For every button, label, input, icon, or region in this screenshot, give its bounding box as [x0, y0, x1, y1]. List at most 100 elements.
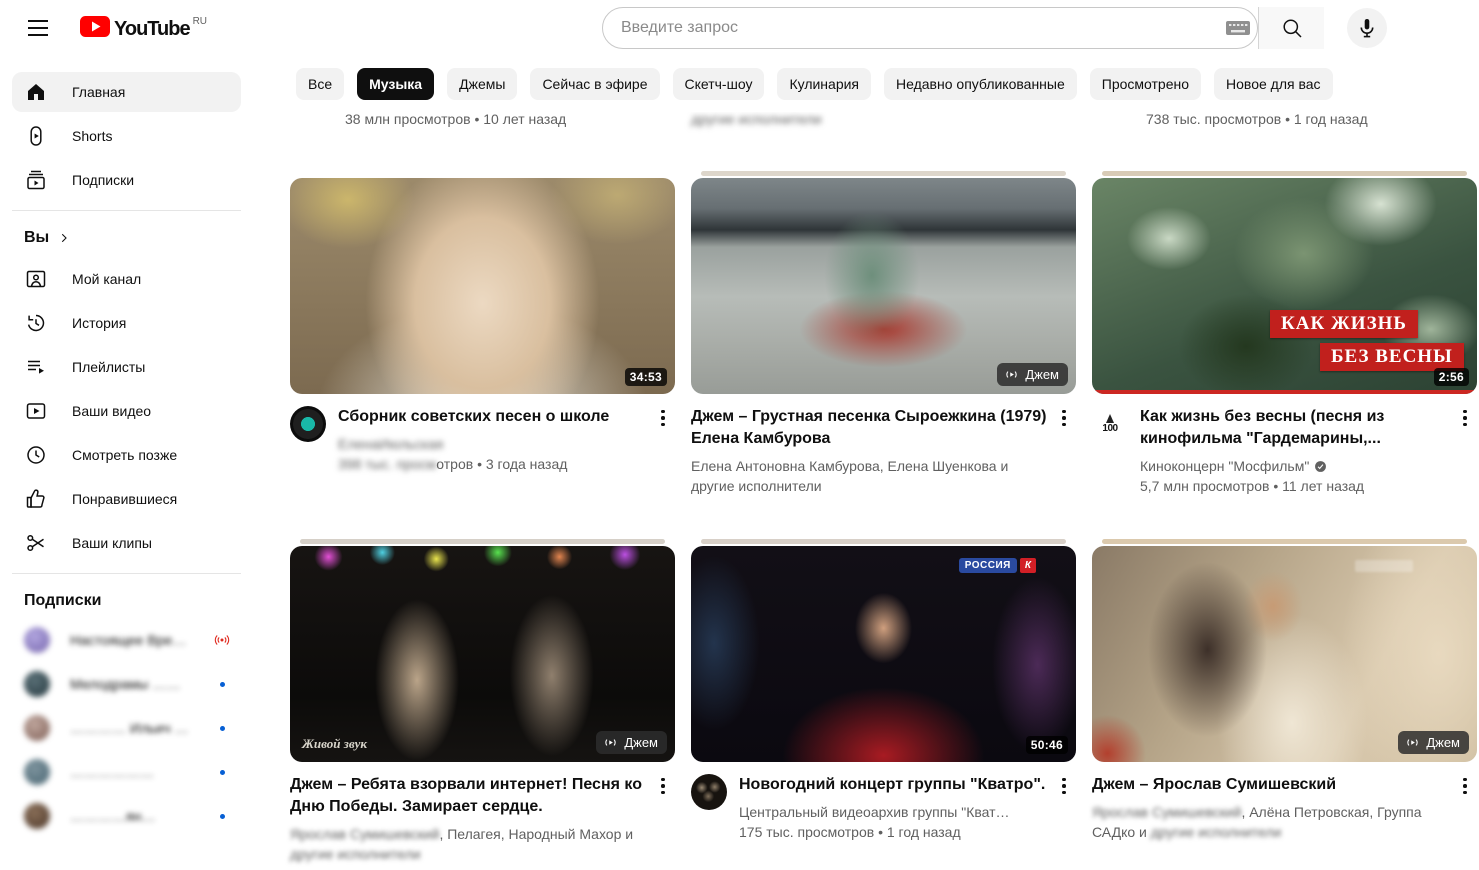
subscription-channel-item[interactable]: ………… Ильич … — [12, 708, 241, 748]
sidebar-item-label: Подписки — [72, 172, 134, 188]
stack-indicator — [701, 539, 1066, 544]
video-thumbnail[interactable]: Джем — [691, 178, 1076, 394]
thumbnail-caption-line1: КАК ЖИЗНЬ — [1270, 310, 1418, 338]
sidebar-section-you[interactable]: Вы — [12, 225, 241, 259]
watched-progress-bar — [1092, 390, 1477, 394]
region-code: RU — [193, 16, 207, 27]
video-info: Джем – Ребята взорвали интернет! Песня к… — [290, 774, 675, 864]
you-section-label: Вы — [24, 229, 49, 247]
thumbnail-caption-line2: БЕЗ ВЕСНЫ — [1320, 343, 1464, 371]
search-pill — [602, 7, 1258, 49]
sidebar-section-subscriptions: Подписки — [12, 588, 241, 620]
video-thumbnail[interactable]: КАК ЖИЗНЬ БЕЗ ВЕСНЫ 2:56 — [1092, 178, 1477, 394]
video-meta: 5,7 млн просмотров • 11 лет назад — [1140, 476, 1449, 496]
russia-logo-text: РОССИЯ — [959, 558, 1017, 573]
video-info: 100 Как жизнь без весны (песня из кинофи… — [1092, 406, 1477, 496]
youtube-logo[interactable]: YouTube RU — [80, 16, 207, 40]
duration-badge: 34:53 — [625, 368, 667, 386]
video-menu-button[interactable] — [651, 406, 675, 430]
youtube-play-icon — [80, 16, 110, 37]
chip-watched[interactable]: Просмотрено — [1090, 68, 1201, 100]
sidebar-item-home[interactable]: Главная — [12, 72, 241, 112]
chip-cooking[interactable]: Кулинария — [777, 68, 871, 100]
video-menu-button[interactable] — [651, 774, 675, 798]
video-title[interactable]: Джем – Грустная песенка Сыроежкина (1979… — [691, 406, 1048, 450]
sidebar-item-your-clips[interactable]: Ваши клипы — [12, 523, 241, 563]
channel-avatar-mosfilm[interactable]: 100 — [1092, 406, 1128, 442]
video-menu-button[interactable] — [1052, 774, 1076, 798]
subscription-channel-item[interactable]: ……………… — [12, 752, 241, 792]
video-info: Джем – Грустная песенка Сыроежкина (1979… — [691, 406, 1076, 496]
duration-badge: 50:46 — [1026, 736, 1068, 754]
channel-name: ………… Ильич … — [70, 720, 200, 736]
sidebar-item-label: Плейлисты — [72, 359, 145, 375]
subscription-channel-item[interactable]: …………ян… — [12, 796, 241, 836]
chip-recently-uploaded[interactable]: Недавно опубликованные — [884, 68, 1077, 100]
video-menu-button[interactable] — [1052, 406, 1076, 430]
sidebar-item-liked-videos[interactable]: Понравившиеся — [12, 479, 241, 519]
video-title[interactable]: Новогодний концерт группы "Кватро". — [739, 774, 1048, 796]
russia-k-logo: РОССИЯ К — [959, 558, 1036, 573]
chip-music-active[interactable]: Музыка — [357, 68, 434, 100]
keyboard-button[interactable] — [1219, 9, 1257, 47]
artists-byline[interactable]: Ярослав Сумишевский, Алёна Петровская, Г… — [1092, 802, 1449, 842]
video-title[interactable]: Джем – Ребята взорвали интернет! Песня к… — [290, 774, 647, 818]
channel-name[interactable]: Центральный видеоархив группы "Кват… — [739, 802, 1048, 822]
history-icon — [24, 311, 48, 335]
new-content-dot — [220, 770, 225, 775]
jam-icon — [1004, 367, 1019, 382]
search-area — [602, 7, 1387, 49]
video-thumbnail[interactable]: Джем — [1092, 546, 1477, 762]
channel-name[interactable]: Киноконцерн "Мосфильм" — [1140, 456, 1309, 476]
search-input[interactable] — [603, 19, 1219, 37]
video-thumbnail[interactable]: Живой звук Джем — [290, 546, 675, 762]
chip-jams[interactable]: Джемы — [447, 68, 517, 100]
video-meta-cutoff[interactable]: другие исполнители — [691, 111, 822, 127]
voice-search-button[interactable] — [1347, 8, 1387, 48]
sidebar-item-history[interactable]: История — [12, 303, 241, 343]
subscription-channel-item[interactable]: Настоящее Вре… — [12, 620, 241, 660]
chip-sketch[interactable]: Скетч-шоу — [673, 68, 765, 100]
sidebar-item-your-videos[interactable]: Ваши видео — [12, 391, 241, 431]
sidebar-item-my-channel[interactable]: Мой канал — [12, 259, 241, 299]
chip-all[interactable]: Все — [296, 68, 344, 100]
subscription-channel-item[interactable]: Мелодрамы …… — [12, 664, 241, 704]
mosfilm-statue-icon — [1106, 414, 1114, 423]
video-age: отров • 3 года назад — [436, 456, 567, 472]
video-menu-button[interactable] — [1453, 774, 1477, 798]
sidebar-item-label: История — [72, 315, 126, 331]
video-title[interactable]: Сборник советских песен о школе — [338, 406, 647, 428]
sidebar-item-label: Главная — [72, 84, 125, 100]
sidebar-item-shorts[interactable]: Shorts — [12, 116, 241, 156]
video-meta-cutoff[interactable]: 738 тыс. просмотров • 1 год назад — [1146, 111, 1368, 127]
home-icon — [24, 80, 48, 104]
sidebar-divider — [12, 210, 241, 211]
artist-name-blurred: другие исполнители — [1151, 824, 1282, 840]
search-button[interactable] — [1258, 7, 1324, 49]
chip-live[interactable]: Сейчас в эфире — [530, 68, 659, 100]
chip-new-to-you[interactable]: Новое для вас — [1214, 68, 1333, 100]
stack-indicator — [701, 171, 1066, 176]
channel-name: Настоящее Вре… — [70, 632, 193, 648]
channel-avatar-kvatro[interactable] — [691, 774, 727, 810]
artists-byline[interactable]: Ярослав Сумишевский, Пелагея, Народный М… — [290, 824, 647, 864]
youtube-logo-text: YouTube — [114, 19, 190, 40]
video-title[interactable]: Как жизнь без весны (песня из кинофильма… — [1140, 406, 1449, 450]
channel-name: …………ян… — [70, 808, 200, 824]
hamburger-menu-button[interactable] — [18, 8, 58, 48]
sidebar-item-watch-later[interactable]: Смотреть позже — [12, 435, 241, 475]
video-meta-cutoff[interactable]: 38 млн просмотров • 10 лет назад — [345, 111, 566, 127]
video-title[interactable]: Джем – Ярослав Сумишевский — [1092, 774, 1449, 796]
channel-watermark — [1355, 560, 1413, 572]
video-menu-button[interactable] — [1453, 406, 1477, 430]
chevron-right-icon — [57, 231, 71, 245]
channel-avatar-vinyl-record[interactable] — [290, 406, 326, 442]
sidebar-item-subscriptions[interactable]: Подписки — [12, 160, 241, 200]
sidebar-item-playlists[interactable]: Плейлисты — [12, 347, 241, 387]
video-thumbnail[interactable]: РОССИЯ К 50:46 — [691, 546, 1076, 762]
artists-byline[interactable]: Елена Антоновна Камбурова, Елена Шуенков… — [691, 456, 1048, 496]
video-thumbnail[interactable]: 34:53 — [290, 178, 675, 394]
channel-name[interactable]: ЕленаИюльская — [338, 434, 647, 454]
stack-indicator — [1102, 539, 1467, 544]
stack-indicator — [1102, 171, 1467, 176]
